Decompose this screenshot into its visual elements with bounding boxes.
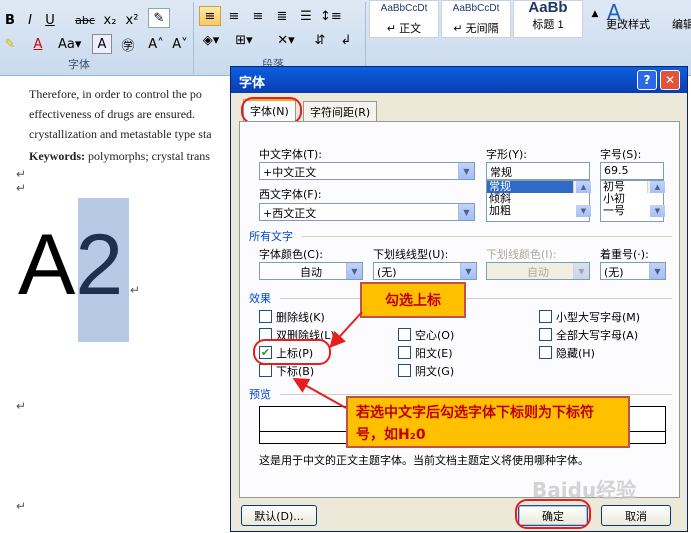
annotation-arrows <box>292 311 363 409</box>
arrow-to-subscript <box>292 378 347 409</box>
watermark: Baidu经验 <box>532 478 637 502</box>
arrow-to-superscript <box>329 311 363 348</box>
